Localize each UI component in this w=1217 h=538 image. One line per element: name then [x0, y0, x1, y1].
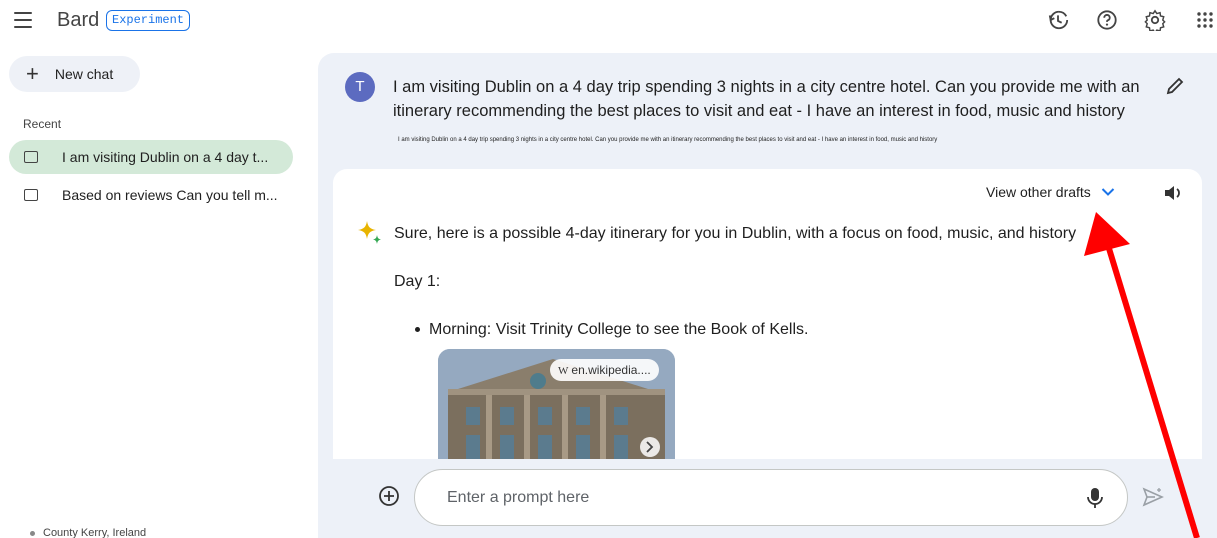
microphone-icon[interactable]	[1087, 487, 1103, 514]
top-bar: Bard Experiment	[0, 0, 1217, 44]
chevron-down-icon	[1101, 184, 1115, 200]
response-bullet-text: Morning: Visit Trinity College to see th…	[429, 321, 809, 338]
edit-pencil-icon[interactable]	[1166, 77, 1184, 100]
image-source-chip[interactable]: Wen.wikipedia....	[550, 359, 659, 381]
sidebar-item-label: I am visiting Dublin on a 4 day t...	[62, 149, 269, 165]
recent-heading: Recent	[23, 117, 62, 131]
menu-icon[interactable]	[14, 12, 32, 28]
location-dot-icon	[30, 530, 35, 536]
sidebar-item-label: Based on reviews Can you tell m...	[62, 187, 278, 203]
view-other-drafts-button[interactable]: View other drafts	[986, 184, 1115, 200]
prompt-input-container	[414, 469, 1128, 526]
location-label: County Kerry, Ireland	[30, 527, 146, 538]
conversation-panel: T I am visiting Dublin on a 4 day trip s…	[318, 53, 1217, 538]
response-card: View other drafts Sure, here is a possib…	[333, 169, 1202, 459]
new-chat-button[interactable]: + New chat	[9, 56, 140, 92]
wikipedia-icon: W	[558, 365, 569, 377]
view-drafts-label: View other drafts	[986, 184, 1091, 200]
response-bullet: Morning: Visit Trinity College to see th…	[415, 321, 808, 339]
sidebar: + New chat Recent I am visiting Dublin o…	[0, 44, 305, 538]
sidebar-item-reviews[interactable]: Based on reviews Can you tell m...	[9, 178, 278, 212]
new-chat-label: New chat	[54, 66, 114, 82]
experiment-badge: Experiment	[106, 10, 191, 31]
response-day-heading: Day 1:	[394, 273, 441, 290]
response-intro: Sure, here is a possible 4-day itinerary…	[394, 225, 1077, 242]
apps-icon[interactable]	[1193, 8, 1217, 32]
speaker-icon[interactable]	[1163, 183, 1183, 208]
bullet-dot	[415, 327, 420, 333]
bard-sparkle-icon	[357, 220, 383, 251]
avatar: T	[345, 72, 375, 102]
chat-bubble-icon	[24, 189, 38, 201]
trinity-college-image[interactable]: Wen.wikipedia....	[438, 349, 675, 459]
plus-icon: +	[26, 61, 39, 86]
sidebar-item-dublin[interactable]: I am visiting Dublin on a 4 day t...	[9, 140, 293, 174]
add-circle-icon[interactable]	[378, 485, 400, 512]
prompt-input[interactable]	[447, 486, 1047, 510]
app-title: Bard	[57, 9, 100, 31]
location-text: County Kerry, Ireland	[43, 527, 147, 538]
user-prompt-small: I am visiting Dublin on a 4 day trip spe…	[398, 137, 938, 143]
send-icon[interactable]	[1142, 486, 1164, 513]
settings-icon[interactable]	[1143, 8, 1167, 32]
history-icon[interactable]	[1046, 8, 1070, 32]
chat-bubble-icon	[24, 151, 38, 163]
image-source-label: en.wikipedia....	[571, 363, 651, 377]
help-icon[interactable]	[1095, 8, 1119, 32]
user-prompt: I am visiting Dublin on a 4 day trip spe…	[393, 78, 1140, 120]
